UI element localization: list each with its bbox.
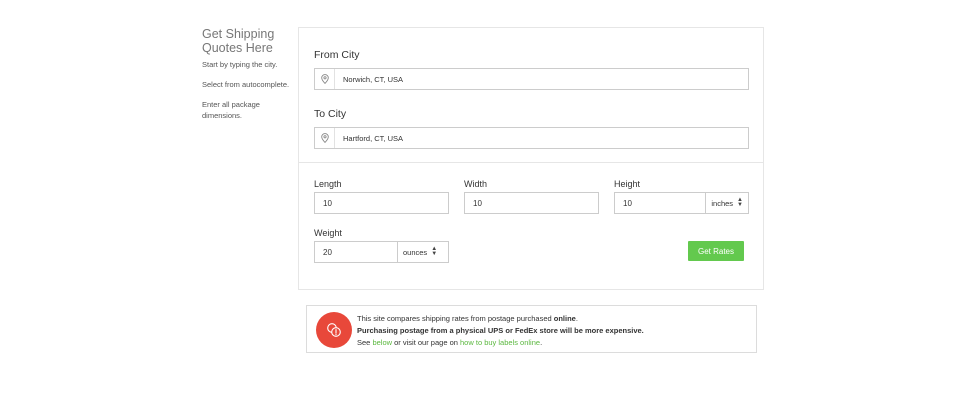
to-city-input[interactable]: Hartford, CT, USA xyxy=(314,127,749,149)
weight-unit-select[interactable]: ounces ▲ ▼ xyxy=(397,242,448,262)
notice-line1-text: This site compares shipping rates from p… xyxy=(357,314,554,323)
notice-line-3: See below or visit our page on how to bu… xyxy=(357,337,644,349)
width-value: 10 xyxy=(473,198,482,208)
notice-line-1: This site compares shipping rates from p… xyxy=(357,313,644,325)
width-label: Width xyxy=(464,179,488,189)
sidebar-step-3: Enter all package dimensions. xyxy=(202,100,260,120)
coins-info-icon xyxy=(316,312,352,348)
weight-value: 20 xyxy=(323,247,332,257)
height-label: Height xyxy=(614,179,641,189)
width-input[interactable]: 10 xyxy=(464,192,599,214)
sidebar-title-line2: Quotes Here xyxy=(202,41,273,55)
get-rates-button[interactable]: Get Rates xyxy=(688,241,744,261)
weight-unit-value: ounces xyxy=(403,247,428,257)
notice-line1-end: . xyxy=(575,314,578,323)
sidebar-step-1: Start by typing the city. xyxy=(202,60,278,69)
sidebar-title-line1: Get Shipping xyxy=(202,27,275,41)
notice-line3-end: . xyxy=(540,338,543,347)
to-city-value: Hartford, CT, USA xyxy=(343,133,404,143)
to-city-label: To City xyxy=(314,108,347,120)
map-pin-icon xyxy=(315,128,335,148)
notice-line2-bold: Purchasing postage from a physical UPS o… xyxy=(357,326,644,335)
from-city-value: Norwich, CT, USA xyxy=(343,74,404,84)
dimension-unit-value: inches xyxy=(711,198,734,208)
from-city-label: From City xyxy=(314,49,360,61)
sidebar-title: Get Shipping Quotes Here xyxy=(202,27,292,55)
weight-label: Weight xyxy=(314,228,342,238)
notice-text: This site compares shipping rates from p… xyxy=(357,313,644,349)
sidebar-step-2: Select from autocomplete. xyxy=(202,80,290,89)
buy-labels-online-link[interactable]: how to buy labels online xyxy=(460,338,540,347)
sidebar: Get Shipping Quotes Here Start by typing… xyxy=(202,27,292,121)
map-pin-icon xyxy=(315,69,335,89)
form-divider xyxy=(299,162,763,163)
sort-arrows-icon: ▲ ▼ xyxy=(737,197,743,208)
sort-arrows-icon: ▲ ▼ xyxy=(431,246,438,257)
length-input[interactable]: 10 xyxy=(314,192,449,214)
notice-line3-mid: or visit our page on xyxy=(392,338,461,347)
height-value: 10 xyxy=(623,198,632,208)
dimension-unit-select[interactable]: inches ▲ ▼ xyxy=(705,193,748,213)
length-label: Length xyxy=(314,179,342,189)
below-link[interactable]: below xyxy=(372,338,392,347)
online-postage-notice: This site compares shipping rates from p… xyxy=(306,305,757,353)
notice-line-2: Purchasing postage from a physical UPS o… xyxy=(357,325,644,337)
from-city-input[interactable]: Norwich, CT, USA xyxy=(314,68,749,90)
shipping-form-card: From City Norwich, CT, USA To City Hartf… xyxy=(298,27,764,290)
notice-line1-bold: online xyxy=(553,314,576,323)
weight-input[interactable]: 20 ounces ▲ ▼ xyxy=(314,241,449,263)
height-input[interactable]: 10 inches ▲ ▼ xyxy=(614,192,749,214)
length-value: 10 xyxy=(323,198,332,208)
notice-line3-text: See xyxy=(357,338,373,347)
